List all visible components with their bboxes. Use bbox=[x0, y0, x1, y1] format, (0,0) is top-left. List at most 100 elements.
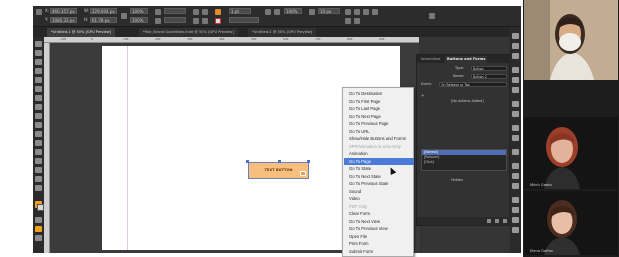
timing-icon[interactable] bbox=[512, 207, 519, 213]
auto-fit-icon[interactable] bbox=[354, 18, 360, 24]
note-tool-icon[interactable] bbox=[35, 158, 42, 164]
swatches-icon[interactable] bbox=[512, 77, 519, 83]
color-icon[interactable] bbox=[512, 87, 519, 93]
menu-item-go-to-url[interactable]: Go To URL bbox=[344, 128, 414, 135]
corner-options-icon[interactable] bbox=[309, 9, 315, 15]
preview-icon[interactable] bbox=[495, 219, 499, 223]
menu-item-go-to-previous-view[interactable]: Go To Previous View bbox=[344, 225, 414, 232]
select-container-icon[interactable] bbox=[193, 18, 199, 24]
menu-item-video[interactable]: Video bbox=[344, 195, 414, 202]
menu-item-go-to-last-page[interactable]: Go To Last Page bbox=[344, 105, 414, 112]
hand-tool-icon[interactable] bbox=[35, 176, 42, 182]
document-tab-3[interactable]: *Untitled-2 @ 50% [GPU Preview] bbox=[248, 28, 317, 37]
convert-icon[interactable] bbox=[487, 219, 491, 223]
x-position-field[interactable]: 460.357 px bbox=[50, 8, 77, 14]
participant-tile-2[interactable]: Mitch Gaeta bbox=[524, 117, 618, 189]
selection-handle[interactable] bbox=[246, 160, 249, 163]
stroke-color-icon[interactable] bbox=[37, 204, 44, 211]
stroke-swatch-icon[interactable] bbox=[215, 18, 221, 24]
tab-interactive[interactable]: Interactive bbox=[419, 56, 442, 63]
menu-item-go-to-first-page[interactable]: Go To First Page bbox=[344, 98, 414, 105]
menu-item-go-to-next-page[interactable]: Go To Next Page bbox=[344, 113, 414, 120]
preview-mode-icon[interactable] bbox=[35, 235, 42, 241]
menu-item-open-file[interactable]: Open File bbox=[344, 233, 414, 240]
drop-shadow-icon[interactable] bbox=[265, 9, 271, 15]
type-select[interactable]: Button bbox=[471, 66, 507, 71]
menu-item-show-hide-buttons[interactable]: Show/Hide Buttons and Forms bbox=[344, 135, 414, 142]
tab-buttons-and-forms[interactable]: Buttons and Forms bbox=[445, 56, 488, 63]
fitting-icon[interactable] bbox=[372, 9, 378, 15]
page-tool-icon[interactable] bbox=[35, 59, 42, 65]
hidden-option[interactable]: Hidden bbox=[451, 178, 463, 183]
event-select[interactable]: On Release or Tap bbox=[439, 82, 507, 87]
layers-icon[interactable] bbox=[512, 43, 519, 49]
stroke-icon[interactable] bbox=[512, 67, 519, 73]
free-transform-tool-icon[interactable] bbox=[35, 140, 42, 146]
screen-mode-icon[interactable] bbox=[35, 226, 42, 232]
menu-item-go-to-previous-page[interactable]: Go To Previous Page bbox=[344, 120, 414, 127]
buttons-forms-icon[interactable] bbox=[512, 173, 519, 179]
menu-item-animation[interactable]: Animation bbox=[344, 150, 414, 157]
hyperlinks-icon[interactable] bbox=[512, 183, 519, 189]
document-tab-2[interactable]: *Mar_Brand Guidelines.indd @ 50% [GPU Pr… bbox=[139, 28, 238, 37]
menu-item-go-to-previous-state[interactable]: Go To Previous State bbox=[344, 180, 414, 187]
menu-item-sound[interactable]: Sound bbox=[344, 188, 414, 195]
pages-icon[interactable] bbox=[512, 33, 519, 39]
eyedropper-tool-icon[interactable] bbox=[35, 167, 42, 173]
document-tab-1[interactable]: *Untitled-1 @ 50% [GPU Preview] bbox=[47, 28, 116, 37]
menu-item-submit-form[interactable]: Submit Form bbox=[344, 248, 414, 255]
text-wrap-icon[interactable] bbox=[345, 9, 351, 15]
apply-color-icon[interactable] bbox=[35, 217, 42, 223]
height-field[interactable]: 61.78 px bbox=[90, 17, 117, 23]
text-button-frame[interactable]: TEXT BUTTON bbox=[248, 162, 309, 179]
menu-item-go-to-next-state[interactable]: Go To Next State bbox=[344, 173, 414, 180]
object-states-icon[interactable] bbox=[512, 227, 519, 233]
character-icon[interactable] bbox=[512, 125, 519, 131]
scissors-tool-icon[interactable] bbox=[35, 131, 42, 137]
scale-y-field[interactable]: 100% bbox=[130, 17, 148, 23]
select-content-icon[interactable] bbox=[202, 18, 208, 24]
stroke-weight-field[interactable]: 1 pt bbox=[229, 8, 251, 14]
rotate-icon[interactable] bbox=[155, 9, 161, 15]
opacity-field[interactable]: 100% bbox=[284, 8, 302, 14]
trash-icon[interactable] bbox=[503, 219, 507, 223]
rotation-field[interactable] bbox=[164, 8, 186, 14]
media-icon[interactable] bbox=[512, 217, 519, 223]
name-field[interactable]: Button 2 bbox=[471, 74, 507, 79]
gradient-icon[interactable] bbox=[512, 111, 519, 117]
pencil-tool-icon[interactable] bbox=[35, 104, 42, 110]
participant-tile-1[interactable] bbox=[524, 0, 618, 80]
y-position-field[interactable]: 1085.33 px bbox=[50, 17, 77, 23]
cc-libraries-icon[interactable] bbox=[512, 149, 519, 155]
panel-menu-icon[interactable] bbox=[429, 13, 435, 19]
width-field[interactable]: 229.004 px bbox=[90, 8, 117, 14]
shear-field[interactable] bbox=[164, 17, 186, 23]
menu-item-clear-form[interactable]: Clear Form bbox=[344, 210, 414, 217]
stroke-type-select[interactable] bbox=[229, 17, 259, 23]
animation-icon[interactable] bbox=[512, 197, 519, 203]
type-tool-icon[interactable] bbox=[35, 77, 42, 83]
align-icon[interactable] bbox=[354, 9, 360, 15]
distribute-icon[interactable] bbox=[363, 9, 369, 15]
links-icon[interactable] bbox=[512, 53, 519, 59]
menu-item-print-form[interactable]: Print Form bbox=[344, 240, 414, 247]
scale-x-field[interactable]: 100% bbox=[130, 8, 148, 14]
zoom-tool-icon[interactable] bbox=[35, 185, 42, 191]
paragraph-icon[interactable] bbox=[512, 135, 519, 141]
flip-horizontal-icon[interactable] bbox=[193, 9, 199, 15]
gap-tool-icon[interactable] bbox=[35, 68, 42, 74]
participant-tile-3[interactable]: Elena Gaffan bbox=[524, 191, 618, 255]
menu-item-go-to-next-view[interactable]: Go To Next View bbox=[344, 218, 414, 225]
direct-selection-tool-icon[interactable] bbox=[35, 50, 42, 56]
rectangle-tool-icon[interactable] bbox=[35, 122, 42, 128]
menu-item-go-to-page[interactable]: Go To Page bbox=[344, 157, 414, 165]
menu-item-go-to-state[interactable]: Go To State bbox=[344, 165, 414, 172]
effects-panel-icon[interactable] bbox=[512, 101, 519, 107]
line-tool-icon[interactable] bbox=[35, 86, 42, 92]
interactive-icon[interactable] bbox=[512, 163, 519, 169]
add-action-icon[interactable]: + bbox=[421, 93, 424, 98]
menu-item-go-to-destination[interactable]: Go To Destination bbox=[344, 90, 414, 97]
shear-icon[interactable] bbox=[155, 18, 161, 24]
selection-handle[interactable] bbox=[307, 160, 310, 163]
corner-size-field[interactable]: 10 px bbox=[318, 8, 340, 14]
